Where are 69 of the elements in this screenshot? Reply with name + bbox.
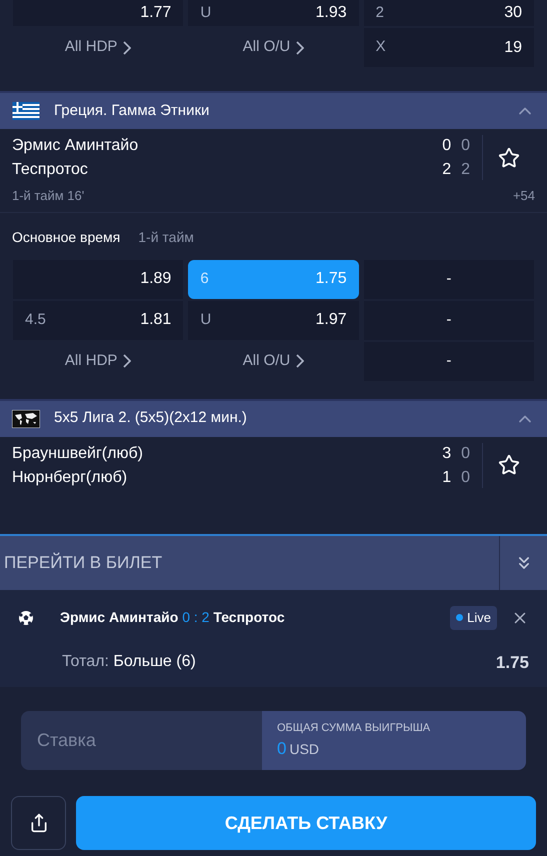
score: 1 — [442, 468, 452, 488]
share-button[interactable] — [11, 796, 66, 850]
bet-odds: 1.75 — [496, 652, 529, 674]
odds-cell[interactable]: 4.5 1.81 — [13, 300, 184, 340]
odds-cell[interactable]: U 1.97 — [188, 300, 359, 340]
share-icon — [28, 813, 48, 833]
ticket-bar[interactable]: ПЕРЕЙТИ В БИЛЕТ — [0, 534, 547, 590]
score: 2 — [461, 160, 470, 180]
odds-cell[interactable]: 1.77 — [13, 0, 184, 26]
team-name: Нюрнберг(люб) — [12, 468, 128, 488]
ticket-bar-title: ПЕРЕЙТИ В БИЛЕТ — [3, 552, 164, 574]
payout-label: ОБЩАЯ СУММА ВЫИГРЫША — [277, 720, 432, 736]
odds-value: 1.75 — [316, 269, 347, 289]
team-name: Эрмис Аминтайо — [12, 136, 140, 156]
odds-cell: - — [364, 260, 534, 298]
favorite-star-icon[interactable] — [498, 146, 520, 168]
more-markets-count[interactable]: +54 — [512, 186, 535, 206]
odds-value: 19 — [504, 38, 522, 58]
chevron-right-icon — [123, 354, 132, 368]
odds-line: 4.5 — [25, 310, 46, 330]
all-markets-link[interactable]: All O/U — [242, 36, 304, 59]
all-markets-link[interactable]: All O/U — [242, 350, 304, 372]
odds-line: U — [200, 2, 212, 23]
bet-event: Эрмис Аминтайо 0 : 2 Теспротос — [60, 608, 286, 628]
currency: USD — [289, 740, 320, 759]
score: 0 — [461, 136, 470, 156]
live-badge: Live — [450, 606, 497, 630]
chevron-right-icon — [296, 354, 304, 368]
odds-value: 1.93 — [316, 3, 347, 23]
payout-value: 0 — [277, 738, 286, 760]
odds-cell[interactable]: 2 30 — [364, 0, 534, 26]
bet-selection: Тотал: Больше (6) — [62, 652, 197, 672]
odds-value: 1.89 — [140, 269, 172, 289]
odds-line: 6 — [200, 268, 209, 289]
match-period: 1-й тайм 16' — [12, 187, 84, 205]
league-header[interactable]: 5x5 Лига 2. (5x5)(2x12 мин.) — [0, 398, 547, 436]
chevron-right-icon — [123, 40, 132, 54]
all-markets-link[interactable]: All HDP — [64, 36, 132, 59]
score: 0 — [442, 136, 452, 156]
league-title: Греция. Гамма Этники — [54, 100, 210, 121]
score: 0 — [461, 468, 470, 488]
odds-cell: - — [364, 300, 534, 340]
team-name: Брауншвейг(люб) — [12, 444, 144, 464]
world-map-icon — [12, 410, 40, 428]
stake-field[interactable]: Ставка — [21, 711, 262, 770]
market-tab[interactable]: 1-й тайм — [138, 226, 194, 248]
odds-line: X — [376, 37, 386, 58]
all-markets-link[interactable]: All HDP — [64, 350, 132, 372]
odds-cell[interactable]: 1.89 — [13, 260, 184, 298]
market-tab[interactable]: Основное время — [12, 226, 120, 248]
league-header[interactable]: Греция. Гамма Этники — [0, 91, 547, 129]
chevron-right-icon — [296, 40, 304, 54]
score: 2 — [442, 160, 452, 180]
odds-value: 30 — [504, 3, 522, 23]
team-name: Теспротос — [12, 160, 89, 180]
score: 3 — [442, 444, 452, 464]
odds-cell: - — [364, 342, 534, 380]
odds-line: U — [200, 310, 212, 330]
odds-value: 1.97 — [316, 310, 347, 330]
odds-cell[interactable]: U 1.93 — [188, 0, 359, 26]
league-title: 5x5 Лига 2. (5x5)(2x12 мин.) — [54, 408, 248, 428]
flag-icon — [12, 102, 40, 120]
odds-cell[interactable]: X 19 — [364, 28, 534, 67]
score: 0 — [461, 444, 470, 464]
favorite-star-icon[interactable] — [498, 454, 520, 476]
odds-value: 1.77 — [140, 3, 172, 23]
odds-line: 2 — [376, 2, 384, 23]
soccer-ball-icon — [18, 610, 34, 626]
odds-value: 1.81 — [140, 310, 172, 330]
